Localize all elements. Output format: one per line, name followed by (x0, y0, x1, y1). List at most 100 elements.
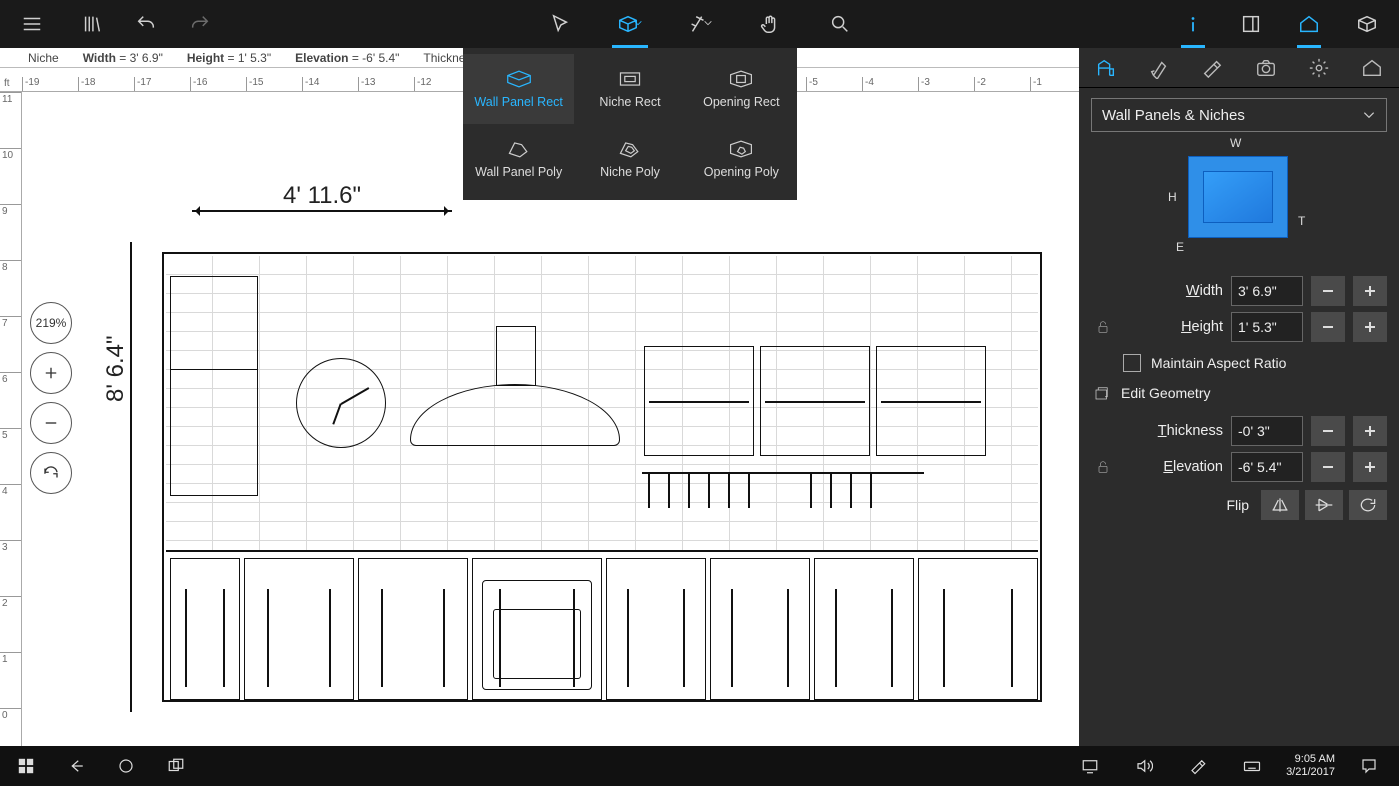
status-elevation: Elevation = -6' 5.4" (295, 51, 399, 65)
panel-title-dropdown[interactable]: Wall Panels & Niches (1091, 98, 1387, 132)
package-tab[interactable] (1349, 0, 1385, 48)
tab-camera[interactable] (1239, 48, 1292, 87)
width-decrement[interactable] (1311, 276, 1345, 306)
ruler-unit: ft (4, 78, 10, 89)
edit-geometry-label: Edit Geometry (1121, 385, 1210, 401)
tab-home[interactable] (1346, 48, 1399, 87)
tab-materials[interactable] (1132, 48, 1185, 87)
top-toolbar (0, 0, 1399, 48)
wall-panel-dropdown: Wall Panel Rect Niche Rect Opening Rect … (463, 48, 797, 200)
range-hood (410, 326, 620, 446)
thickness-decrement[interactable] (1311, 416, 1345, 446)
dim-label-e: E (1176, 240, 1184, 254)
dimension-top: 4' 11.6" (192, 182, 452, 210)
flip-rotate-button[interactable] (1349, 490, 1387, 520)
tab-settings[interactable] (1292, 48, 1345, 87)
lock-width-height[interactable] (1091, 319, 1115, 335)
tool-opening-rect[interactable]: Opening Rect (686, 54, 797, 124)
status-width: Width = 3' 6.9" (83, 51, 163, 65)
wall-clock (296, 358, 386, 448)
dim-label-t: T (1298, 214, 1305, 228)
start-button[interactable] (6, 746, 46, 786)
kitchen-elevation (162, 252, 1042, 702)
dim-label-h: H (1168, 190, 1177, 204)
tray-volume-icon[interactable] (1124, 746, 1164, 786)
chevron-down-icon (633, 15, 643, 33)
zoom-value[interactable]: 219% (30, 302, 72, 344)
niche-preview: W H E T (1164, 142, 1314, 262)
select-tool[interactable] (536, 0, 584, 48)
thickness-increment[interactable] (1353, 416, 1387, 446)
width-increment[interactable] (1353, 276, 1387, 306)
zoom-reset-button[interactable] (30, 452, 72, 494)
tool-label: Niche Poly (600, 165, 660, 179)
home-tab[interactable] (1291, 0, 1327, 48)
elevation-input[interactable] (1231, 452, 1303, 482)
info-tab[interactable] (1175, 0, 1211, 48)
width-input[interactable] (1231, 276, 1303, 306)
tool-niche-poly[interactable]: Niche Poly (574, 124, 685, 194)
tool-label: Opening Poly (704, 165, 779, 179)
tool-label: Niche Rect (599, 95, 660, 109)
height-increment[interactable] (1353, 312, 1387, 342)
upper-cabinet (876, 346, 986, 456)
tab-style[interactable] (1186, 48, 1239, 87)
menu-button[interactable] (8, 0, 56, 48)
windows-taskbar: 9:05 AM3/21/2017 (0, 746, 1399, 786)
cortana-button[interactable] (106, 746, 146, 786)
thickness-label: Thickness (1123, 423, 1223, 439)
upper-cabinet (760, 346, 870, 456)
flip-horizontal-button[interactable] (1261, 490, 1299, 520)
zoom-out-button[interactable] (30, 402, 72, 444)
tool-niche-rect[interactable]: Niche Rect (574, 54, 685, 124)
chevron-down-icon (703, 15, 713, 33)
search-tool[interactable] (816, 0, 864, 48)
aspect-label: Maintain Aspect Ratio (1151, 355, 1286, 371)
trim-tool[interactable] (676, 0, 724, 48)
tool-wall-panel-rect[interactable]: Wall Panel Rect (463, 54, 574, 124)
edit-geometry-button[interactable]: Edit Geometry (1093, 384, 1387, 402)
zoom-in-button[interactable] (30, 352, 72, 394)
wall-panel-tool[interactable] (606, 0, 654, 48)
tool-label: Wall Panel Rect (474, 95, 562, 109)
kitchen-drawing[interactable]: 4' 11.6" 8' 6.4" (162, 252, 1042, 702)
status-height: Height = 1' 5.3" (187, 51, 271, 65)
layout-tab[interactable] (1233, 0, 1269, 48)
thickness-input[interactable] (1231, 416, 1303, 446)
refrigerator (170, 276, 258, 496)
tool-wall-panel-poly[interactable]: Wall Panel Poly (463, 124, 574, 194)
height-decrement[interactable] (1311, 312, 1345, 342)
ruler-vertical: 1110 98 76 54 32 10 (0, 92, 22, 746)
task-view-button[interactable] (156, 746, 196, 786)
redo-button[interactable] (182, 0, 218, 48)
taskbar-clock[interactable]: 9:05 AM3/21/2017 (1286, 753, 1335, 779)
elevation-label: Elevation (1123, 459, 1223, 475)
action-center-icon[interactable] (1349, 746, 1389, 786)
panel-title: Wall Panels & Niches (1102, 107, 1245, 124)
tool-label: Opening Rect (703, 95, 779, 109)
upper-cabinet (644, 346, 754, 456)
pan-tool[interactable] (746, 0, 794, 48)
status-object: Niche (28, 51, 59, 65)
lock-elevation[interactable] (1091, 459, 1115, 475)
height-input[interactable] (1231, 312, 1303, 342)
back-button[interactable] (56, 746, 96, 786)
dimension-left: 8' 6.4" (102, 336, 130, 402)
base-cabinets (166, 550, 1038, 700)
side-tabs (1079, 48, 1399, 88)
properties-panel: Wall Panels & Niches W H E T Width Heigh… (1079, 48, 1399, 746)
tray-keyboard-icon[interactable] (1232, 746, 1272, 786)
tray-pen-icon[interactable] (1178, 746, 1218, 786)
tab-object[interactable] (1079, 48, 1132, 87)
maintain-aspect-checkbox[interactable]: Maintain Aspect Ratio (1123, 354, 1387, 372)
tool-opening-poly[interactable]: Opening Poly (686, 124, 797, 194)
library-button[interactable] (74, 0, 110, 48)
elevation-decrement[interactable] (1311, 452, 1345, 482)
oven (482, 580, 592, 690)
flip-vertical-button[interactable] (1305, 490, 1343, 520)
checkbox-icon (1123, 354, 1141, 372)
dim-label-w: W (1230, 136, 1241, 150)
undo-button[interactable] (128, 0, 164, 48)
elevation-increment[interactable] (1353, 452, 1387, 482)
tray-project-icon[interactable] (1070, 746, 1110, 786)
